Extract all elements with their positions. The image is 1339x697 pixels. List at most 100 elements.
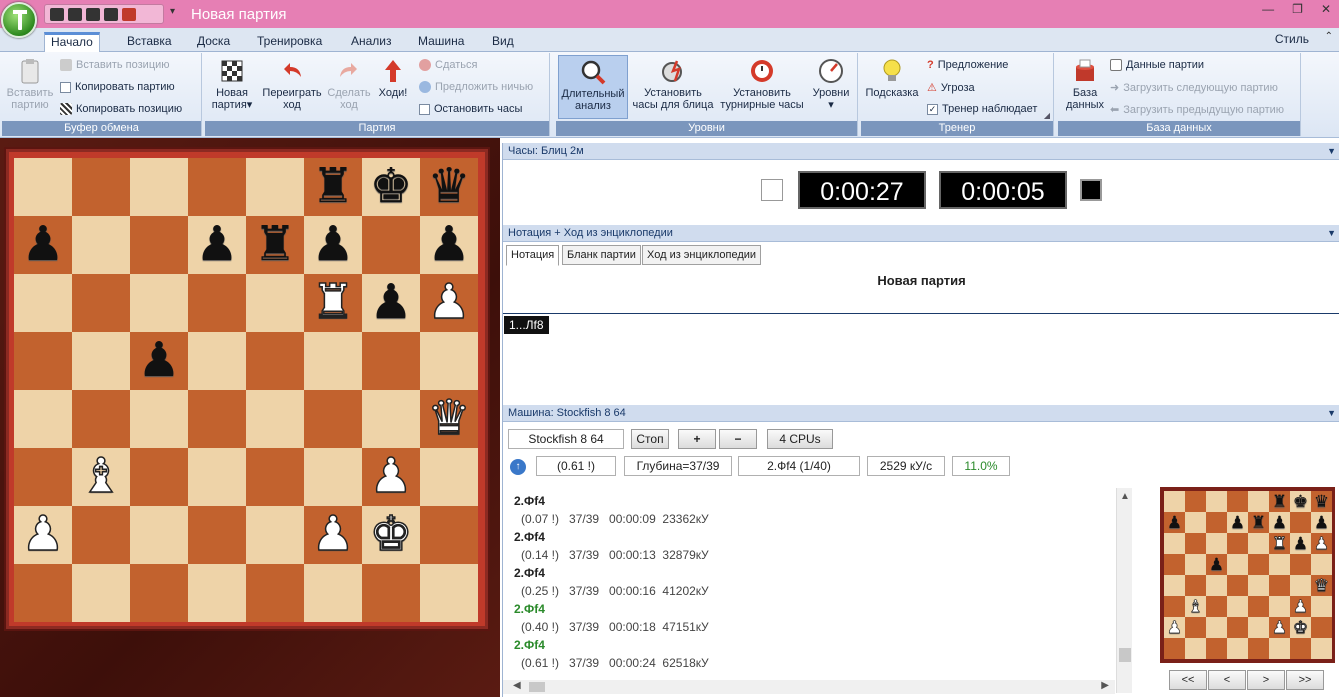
- board-square[interactable]: [1227, 638, 1248, 659]
- board-square[interactable]: [1164, 638, 1185, 659]
- panel-menu-icon[interactable]: ▼: [1327, 143, 1336, 160]
- board-square[interactable]: ♟: [362, 274, 420, 332]
- board-icon[interactable]: [104, 7, 118, 21]
- stop-clocks-checkbox[interactable]: Остановить часы: [419, 103, 522, 115]
- black-rook-icon[interactable]: ♜: [1272, 493, 1287, 510]
- board-square[interactable]: ♟: [304, 216, 362, 274]
- board-square[interactable]: ♟: [1290, 596, 1311, 617]
- board-square[interactable]: ♟: [130, 332, 188, 390]
- hint-button[interactable]: Подсказка: [863, 57, 921, 99]
- board-square[interactable]: [1269, 596, 1290, 617]
- qat-dropdown-icon[interactable]: ▾: [170, 6, 175, 17]
- black-pawn-icon[interactable]: ♟: [1209, 556, 1224, 573]
- board-square[interactable]: [1164, 596, 1185, 617]
- board-square[interactable]: ♚: [1290, 617, 1311, 638]
- board-square[interactable]: [1290, 575, 1311, 596]
- board-square[interactable]: [14, 274, 72, 332]
- board-square[interactable]: ♜: [1269, 491, 1290, 512]
- engine-analysis-list[interactable]: 2.Фf4 (0.07 !) 37/39 00:00:09 23362кУ 2.Фf…: [503, 488, 1133, 693]
- tournament-clock-button[interactable]: Установить турнирные часы: [716, 57, 808, 111]
- engine-info-icon[interactable]: ↑: [510, 459, 526, 475]
- black-pawn-icon[interactable]: ♟: [195, 221, 238, 269]
- board-square[interactable]: [1206, 533, 1227, 554]
- board-square[interactable]: [304, 448, 362, 506]
- white-bishop-icon[interactable]: ♝: [1188, 598, 1204, 616]
- board-square[interactable]: [1248, 554, 1269, 575]
- chess-board[interactable]: ♜ ♚ ♛ ♟ ♟ ♜ ♟ ♟ ♜ ♟ ♟ ♟ ♛ ♝ ♟ ♟ ♟ ♚: [14, 158, 478, 622]
- black-pawn-icon[interactable]: ♟: [1230, 514, 1245, 531]
- black-pawn-icon[interactable]: ♟: [1272, 514, 1287, 531]
- dialog-launcher-icon[interactable]: ◢: [1044, 111, 1050, 120]
- board-square[interactable]: [1248, 617, 1269, 638]
- board-square[interactable]: ♛: [1311, 491, 1332, 512]
- board-square[interactable]: [1206, 512, 1227, 533]
- board-square[interactable]: [130, 390, 188, 448]
- board-square[interactable]: [1164, 491, 1185, 512]
- board-square[interactable]: [1206, 617, 1227, 638]
- infinite-analysis-button[interactable]: Длительный анализ: [558, 55, 628, 119]
- scroll-left-icon[interactable]: ◀: [513, 680, 521, 691]
- white-pawn-icon[interactable]: ♟: [21, 510, 66, 560]
- cpus-button[interactable]: 4 CPUs: [767, 429, 833, 449]
- analysis-move[interactable]: 2.Фf4: [514, 566, 545, 580]
- paste-game-button[interactable]: Вставить партию: [4, 57, 56, 111]
- board-square[interactable]: ♟: [14, 506, 72, 564]
- board-square[interactable]: ♛: [420, 158, 478, 216]
- board-square[interactable]: ♟: [1290, 533, 1311, 554]
- analysis-move[interactable]: 2.Фf4: [514, 494, 545, 508]
- scroll-up-icon[interactable]: ▲: [1120, 491, 1130, 502]
- board-square[interactable]: [72, 332, 130, 390]
- board-square[interactable]: [14, 332, 72, 390]
- board-square[interactable]: [1269, 638, 1290, 659]
- tab-engine[interactable]: Машина: [412, 32, 470, 52]
- board-square[interactable]: ♟: [1206, 554, 1227, 575]
- tab-analysis[interactable]: Анализ: [345, 32, 398, 52]
- board-square[interactable]: ♛: [1311, 575, 1332, 596]
- nav-last-button[interactable]: >>: [1286, 670, 1324, 690]
- board-square[interactable]: ♜: [304, 158, 362, 216]
- analysis-move[interactable]: 2.Фf4: [514, 638, 545, 652]
- board-square[interactable]: [1227, 575, 1248, 596]
- tab-score-sheet[interactable]: Бланк партии: [562, 245, 641, 265]
- board-square[interactable]: [188, 274, 246, 332]
- board-square[interactable]: [14, 390, 72, 448]
- paste-position-button[interactable]: Вставить позицию: [60, 59, 170, 71]
- white-rook-icon[interactable]: ♜: [311, 278, 356, 328]
- board-square[interactable]: [1248, 638, 1269, 659]
- board-square[interactable]: [14, 158, 72, 216]
- nav-prev-button[interactable]: <: [1208, 670, 1246, 690]
- black-pawn-icon[interactable]: ♟: [1314, 514, 1329, 531]
- board-square[interactable]: [1248, 491, 1269, 512]
- board-square[interactable]: [1185, 575, 1206, 596]
- black-pawn-icon[interactable]: ♟: [369, 279, 412, 327]
- tab-insert[interactable]: Вставка: [121, 32, 178, 52]
- board-square[interactable]: [130, 506, 188, 564]
- black-king-icon[interactable]: ♚: [1293, 493, 1308, 510]
- notation-move[interactable]: 1...Лf8: [504, 316, 549, 334]
- app-orb-icon[interactable]: [1, 2, 37, 38]
- board-square[interactable]: [1290, 512, 1311, 533]
- board-square[interactable]: [1248, 533, 1269, 554]
- board-square[interactable]: [1185, 638, 1206, 659]
- panel-menu-icon[interactable]: ▼: [1327, 225, 1336, 242]
- board-square[interactable]: [304, 564, 362, 622]
- black-queen-icon[interactable]: ♛: [1314, 493, 1329, 510]
- board-square[interactable]: ♟: [1269, 617, 1290, 638]
- board-square[interactable]: [14, 448, 72, 506]
- analysis-move[interactable]: 2.Фf4: [514, 602, 545, 616]
- board-square[interactable]: [1311, 554, 1332, 575]
- board-square[interactable]: [1206, 596, 1227, 617]
- style-menu[interactable]: Стиль: [1275, 32, 1309, 46]
- load-previous-game-button[interactable]: ⬅ Загрузить предыдущую партию: [1110, 103, 1284, 117]
- board-square[interactable]: [130, 274, 188, 332]
- board-square[interactable]: [1269, 554, 1290, 575]
- board-square[interactable]: [246, 506, 304, 564]
- board-square[interactable]: [1269, 575, 1290, 596]
- add-line-button[interactable]: +: [678, 429, 716, 449]
- black-queen-icon[interactable]: ♛: [427, 163, 470, 211]
- board-square[interactable]: [1227, 491, 1248, 512]
- board-square[interactable]: [362, 390, 420, 448]
- board-square[interactable]: [72, 390, 130, 448]
- tab-notation[interactable]: Нотация: [506, 245, 560, 266]
- board-square[interactable]: ♟: [1269, 512, 1290, 533]
